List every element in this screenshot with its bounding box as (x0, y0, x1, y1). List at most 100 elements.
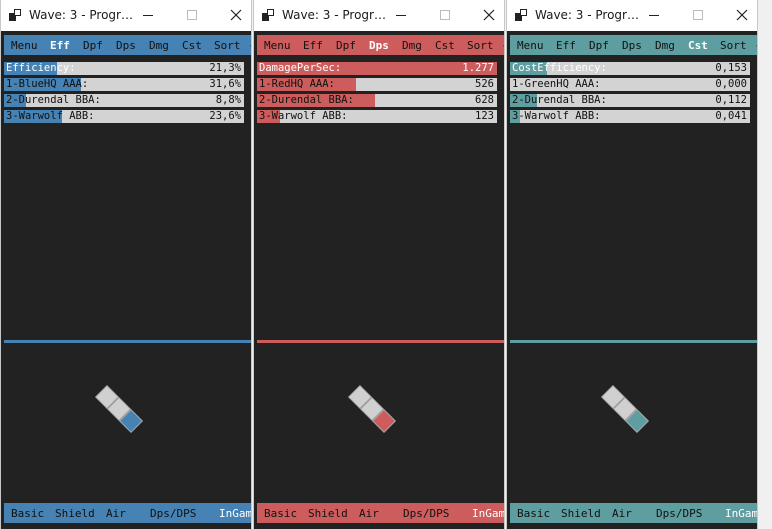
title-bar: Wave: 3 - Progr… (254, 0, 504, 31)
bottom-tab-air[interactable]: Air (612, 507, 632, 520)
minimize-icon[interactable] (139, 6, 157, 24)
title-bar: Wave: 3 - Progr… (507, 0, 757, 31)
menu-item-dpf[interactable]: Dpf (589, 39, 609, 52)
menu-item-cst[interactable]: Cst (435, 39, 455, 52)
menu-item-collapse[interactable]: < (756, 39, 757, 52)
bottom-tab-ingame[interactable]: InGame (219, 507, 251, 520)
stat-value: 0,041 (715, 110, 747, 122)
stat-value: 23,6% (209, 110, 241, 122)
stat-value: 123 (475, 110, 494, 122)
menu-item-eff[interactable]: Eff (50, 39, 70, 52)
bottom-bar: Basic Shield Air Dps/DPS InGame (510, 503, 757, 523)
stat-row: 2-Durendal BBA: 8,8% (4, 94, 244, 107)
maximize-icon (436, 6, 454, 24)
stat-label: 2-Durendal BBA: (512, 94, 607, 106)
menu-item-eff[interactable]: Eff (303, 39, 323, 52)
tool-window: Wave: 3 - Progr… Menu Eff Dpf Dps Dmg Cst Sort <… (506, 0, 758, 529)
window-title: Wave: 3 - Progr… (535, 8, 639, 22)
stat-row: 1-RedHQ AAA: 526 (257, 78, 497, 91)
close-icon[interactable] (733, 6, 751, 24)
menu-item-dps[interactable]: Dps (116, 39, 136, 52)
bottom-tab-shield[interactable]: Shield (308, 507, 348, 520)
minimize-icon[interactable] (392, 6, 410, 24)
bottom-tab-air[interactable]: Air (359, 507, 379, 520)
tool-window: Wave: 3 - Progr… Menu Eff Dpf Dps Dmg Cst Sort <… (253, 0, 505, 529)
bottom-tab-air[interactable]: Air (106, 507, 126, 520)
close-icon[interactable] (227, 6, 245, 24)
stat-value: 21,3% (209, 62, 241, 74)
menu-item-dpf[interactable]: Dpf (83, 39, 103, 52)
stat-label: 1-RedHQ AAA: (259, 78, 335, 90)
stat-label: 1-GreenHQ AAA: (512, 78, 601, 90)
bottom-tab-dps-dps[interactable]: Dps/DPS (403, 507, 449, 520)
app-icon (515, 9, 527, 21)
stat-value: 8,8% (215, 94, 241, 106)
bottom-tab-basic[interactable]: Basic (11, 507, 44, 520)
stat-row: 1-BlueHQ AAA: 31,6% (4, 78, 244, 91)
bottom-bar: Basic Shield Air Dps/DPS InGame (4, 503, 251, 523)
stat-row: 3-Warwolf ABB: 123 (257, 110, 497, 123)
menu-item-cst[interactable]: Cst (182, 39, 202, 52)
menu-item-dpf[interactable]: Dpf (336, 39, 356, 52)
menu-item-dmg[interactable]: Dmg (402, 39, 422, 52)
stat-row: 2-Durendal BBA: 0,112 (510, 94, 750, 107)
app-icon (9, 9, 21, 21)
bottom-tab-basic[interactable]: Basic (264, 507, 297, 520)
stat-value: 0,000 (715, 78, 747, 90)
bottom-tab-dps-dps[interactable]: Dps/DPS (150, 507, 196, 520)
stat-label: 3-Warwolf ABB: (512, 110, 601, 122)
menu-item-sort[interactable]: Sort (214, 39, 241, 52)
stat-row: 3-Warwolf ABB: 0,041 (510, 110, 750, 123)
minimize-icon[interactable] (645, 6, 663, 24)
divider (257, 340, 504, 343)
menu-item-dmg[interactable]: Dmg (149, 39, 169, 52)
bottom-tab-ingame[interactable]: InGame (725, 507, 757, 520)
bottom-tab-shield[interactable]: Shield (55, 507, 95, 520)
menu-item-dmg[interactable]: Dmg (655, 39, 675, 52)
tile-blocks-icon (599, 383, 651, 435)
menu-bar: Menu Eff Dpf Dps Dmg Cst Sort < (4, 35, 251, 55)
stat-label: 2-Durendal BBA: (6, 94, 101, 106)
title-bar: Wave: 3 - Progr… (1, 0, 251, 31)
bottom-tab-basic[interactable]: Basic (517, 507, 550, 520)
maximize-icon (689, 6, 707, 24)
stat-value: 628 (475, 94, 494, 106)
divider (4, 340, 251, 343)
menu-bar: Menu Eff Dpf Dps Dmg Cst Sort < (510, 35, 757, 55)
tile-blocks-icon (93, 383, 145, 435)
stat-value: 31,6% (209, 78, 241, 90)
stat-row: 3-Warwolf ABB: 23,6% (4, 110, 244, 123)
menu-item-eff[interactable]: Eff (556, 39, 576, 52)
menu-item-cst[interactable]: Cst (688, 39, 708, 52)
app-icon (262, 9, 274, 21)
stat-row: 1-GreenHQ AAA: 0,000 (510, 78, 750, 91)
menu-item-collapse[interactable]: < (503, 39, 504, 52)
close-icon[interactable] (480, 6, 498, 24)
stat-value: 526 (475, 78, 494, 90)
stat-value: 0,112 (715, 94, 747, 106)
menu-item-collapse[interactable]: < (250, 39, 251, 52)
window-title: Wave: 3 - Progr… (29, 8, 133, 22)
bottom-tab-dps-dps[interactable]: Dps/DPS (656, 507, 702, 520)
menu-item-menu[interactable]: Menu (264, 39, 291, 52)
menu-item-sort[interactable]: Sort (467, 39, 494, 52)
bottom-bar: Basic Shield Air Dps/DPS InGame (257, 503, 504, 523)
menu-item-menu[interactable]: Menu (11, 39, 38, 52)
stat-header: DamagePerSec: 1.277 (257, 62, 497, 75)
menu-item-dps[interactable]: Dps (369, 39, 389, 52)
divider (510, 340, 757, 343)
stat-value: 1.277 (462, 62, 494, 74)
bottom-tab-shield[interactable]: Shield (561, 507, 601, 520)
stat-label: 2-Durendal BBA: (259, 94, 354, 106)
menu-bar: Menu Eff Dpf Dps Dmg Cst Sort < (257, 35, 504, 55)
maximize-icon (183, 6, 201, 24)
stat-label: CostEfficiency: (512, 62, 607, 74)
stat-label: DamagePerSec: (259, 62, 342, 74)
stat-label: 3-Warwolf ABB: (6, 110, 95, 122)
bottom-tab-ingame[interactable]: InGame (472, 507, 504, 520)
menu-item-sort[interactable]: Sort (720, 39, 747, 52)
stat-row: 2-Durendal BBA: 628 (257, 94, 497, 107)
window-title: Wave: 3 - Progr… (282, 8, 386, 22)
menu-item-dps[interactable]: Dps (622, 39, 642, 52)
menu-item-menu[interactable]: Menu (517, 39, 544, 52)
